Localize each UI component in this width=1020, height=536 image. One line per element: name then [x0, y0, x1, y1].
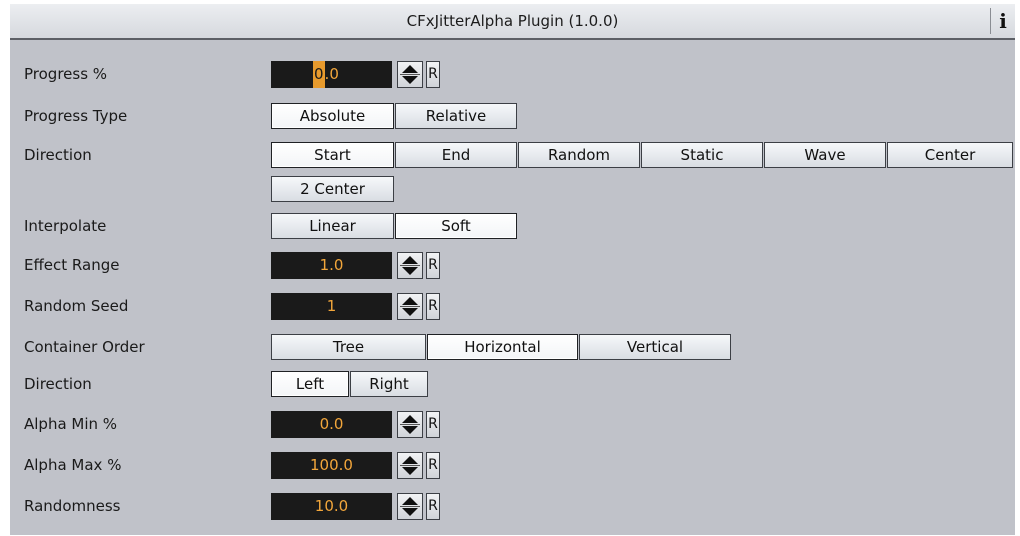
- spin-up-icon[interactable]: [402, 297, 418, 305]
- progress-label: Progress %: [24, 65, 108, 83]
- alpha-min-label: Alpha Min %: [24, 415, 118, 433]
- progress-value-rest: .0: [324, 65, 339, 83]
- plugin-panel: CFxJitterAlpha Plugin (1.0.0) i Progress…: [10, 4, 1015, 535]
- randomness-input[interactable]: 10.0: [271, 493, 392, 520]
- row-direction: Direction Start End Random Static Wave C…: [10, 140, 1015, 170]
- spin-down-icon[interactable]: [402, 508, 418, 516]
- direction-right-button[interactable]: Right: [350, 371, 428, 397]
- random-seed-label: Random Seed: [24, 297, 129, 315]
- spin-up-icon[interactable]: [402, 497, 418, 505]
- interpolate-linear-button[interactable]: Linear: [271, 213, 394, 239]
- random-seed-reset-button[interactable]: R: [426, 293, 440, 320]
- spin-up-icon[interactable]: [402, 256, 418, 264]
- progress-spinner[interactable]: [397, 61, 423, 88]
- row-container-order: Container Order Tree Horizontal Vertical: [10, 332, 1015, 362]
- interpolate-label: Interpolate: [24, 217, 107, 235]
- direction-center-button[interactable]: Center: [887, 142, 1013, 168]
- spin-up-icon[interactable]: [402, 415, 418, 423]
- direction-static-button[interactable]: Static: [641, 142, 763, 168]
- progress-selected-text: 0: [313, 61, 325, 88]
- row-progress-type: Progress Type Absolute Relative: [10, 101, 1015, 131]
- spin-down-icon[interactable]: [402, 76, 418, 84]
- direction-left-button[interactable]: Left: [271, 371, 349, 397]
- progress-reset-button[interactable]: R: [426, 61, 440, 88]
- progress-type-label: Progress Type: [24, 107, 128, 125]
- alpha-max-spinner[interactable]: [397, 452, 423, 479]
- spin-up-icon[interactable]: [402, 456, 418, 464]
- container-order-tree-button[interactable]: Tree: [271, 334, 426, 360]
- row-random-seed: Random Seed 1 R: [10, 291, 1015, 321]
- spin-down-icon[interactable]: [402, 267, 418, 275]
- spin-up-icon[interactable]: [402, 65, 418, 73]
- spin-divider: [400, 74, 420, 75]
- direction-label: Direction: [24, 146, 92, 164]
- plugin-title: CFxJitterAlpha Plugin (1.0.0): [406, 12, 619, 30]
- container-order-vertical-button[interactable]: Vertical: [579, 334, 731, 360]
- randomness-label: Randomness: [24, 497, 121, 515]
- spin-divider: [400, 306, 420, 307]
- direction-random-button[interactable]: Random: [518, 142, 640, 168]
- direction-lr-label: Direction: [24, 375, 92, 393]
- random-seed-spinner[interactable]: [397, 293, 423, 320]
- randomness-spinner[interactable]: [397, 493, 423, 520]
- spin-divider: [400, 465, 420, 466]
- row-direction-wrap: 2 Center: [10, 174, 1015, 204]
- progress-type-absolute-button[interactable]: Absolute: [271, 103, 394, 129]
- direction-2center-button[interactable]: 2 Center: [271, 176, 394, 202]
- alpha-max-input[interactable]: 100.0: [271, 452, 392, 479]
- title-bar: CFxJitterAlpha Plugin (1.0.0) i: [10, 4, 1015, 40]
- spin-divider: [400, 424, 420, 425]
- effect-range-spinner[interactable]: [397, 252, 423, 279]
- container-order-label: Container Order: [24, 338, 145, 356]
- alpha-max-label: Alpha Max %: [24, 456, 122, 474]
- alpha-min-spinner[interactable]: [397, 411, 423, 438]
- container-order-horizontal-button[interactable]: Horizontal: [427, 334, 578, 360]
- random-seed-input[interactable]: 1: [271, 293, 392, 320]
- randomness-reset-button[interactable]: R: [426, 493, 440, 520]
- alpha-max-reset-button[interactable]: R: [426, 452, 440, 479]
- spin-divider: [400, 506, 420, 507]
- direction-wave-button[interactable]: Wave: [764, 142, 886, 168]
- effect-range-input[interactable]: 1.0: [271, 252, 392, 279]
- interpolate-soft-button[interactable]: Soft: [395, 213, 517, 239]
- progress-input[interactable]: 0.0: [271, 61, 392, 88]
- row-interpolate: Interpolate Linear Soft: [10, 211, 1015, 241]
- row-alpha-min: Alpha Min % 0.0 R: [10, 409, 1015, 439]
- spin-down-icon[interactable]: [402, 308, 418, 316]
- spin-down-icon[interactable]: [402, 467, 418, 475]
- alpha-min-reset-button[interactable]: R: [426, 411, 440, 438]
- direction-end-button[interactable]: End: [395, 142, 517, 168]
- row-direction-lr: Direction Left Right: [10, 369, 1015, 399]
- info-icon[interactable]: i: [990, 8, 1015, 34]
- alpha-min-input[interactable]: 0.0: [271, 411, 392, 438]
- effect-range-reset-button[interactable]: R: [426, 252, 440, 279]
- row-effect-range: Effect Range 1.0 R: [10, 250, 1015, 280]
- progress-type-relative-button[interactable]: Relative: [395, 103, 517, 129]
- spin-down-icon[interactable]: [402, 426, 418, 434]
- effect-range-label: Effect Range: [24, 256, 120, 274]
- row-randomness: Randomness 10.0 R: [10, 491, 1015, 521]
- direction-start-button[interactable]: Start: [271, 142, 394, 168]
- spin-divider: [400, 265, 420, 266]
- row-progress: Progress % 0.0 R: [10, 59, 1015, 89]
- row-alpha-max: Alpha Max % 100.0 R: [10, 450, 1015, 480]
